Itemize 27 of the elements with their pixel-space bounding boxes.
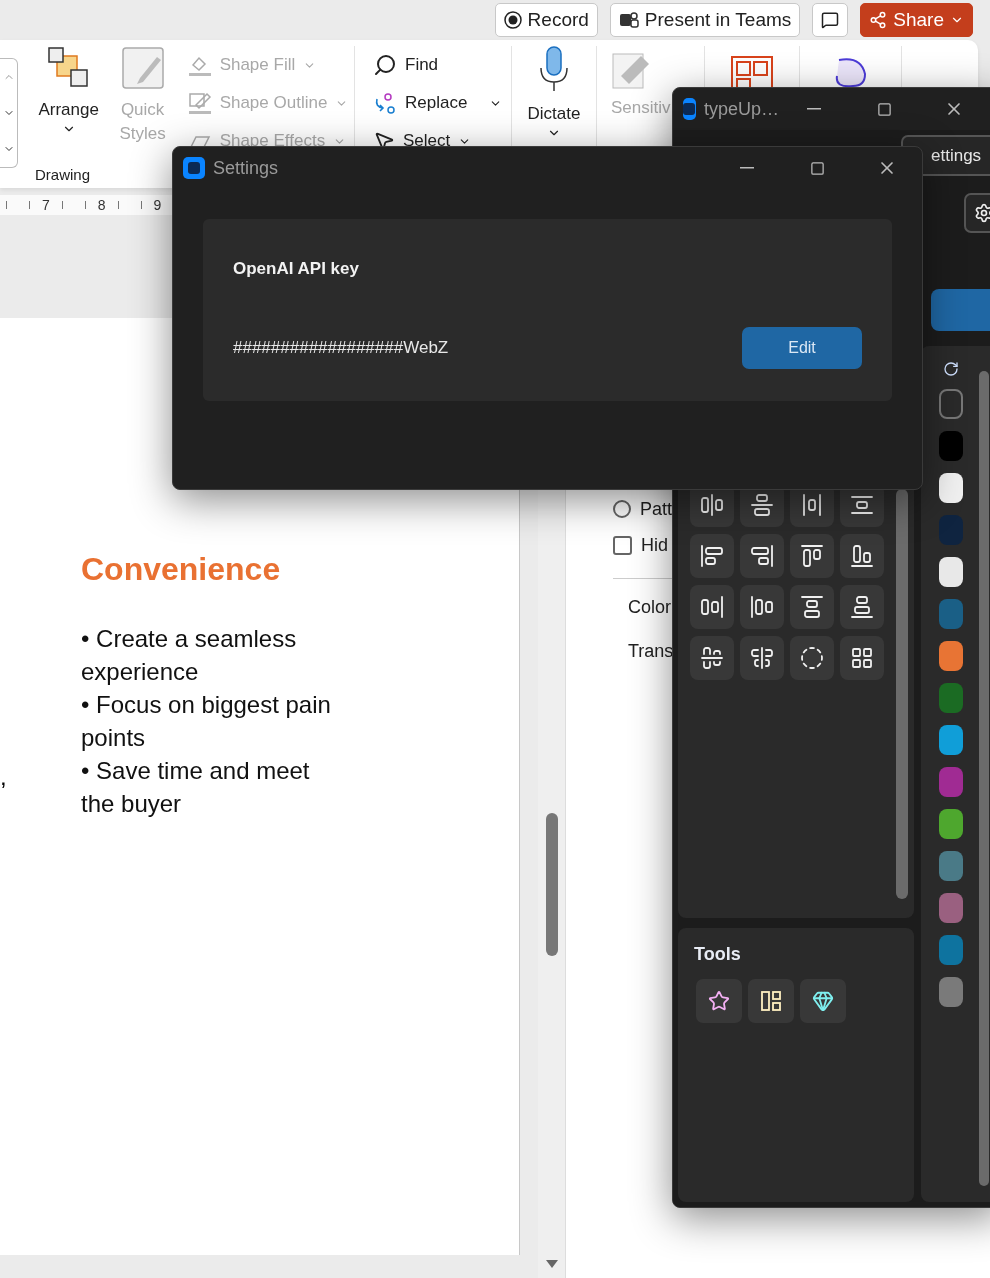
option-label: Patt <box>640 498 673 520</box>
api-key-value: ##################WebZ <box>233 338 449 358</box>
group-label: Drawing <box>35 166 91 183</box>
slide-title: Convenience <box>81 551 282 588</box>
bullet-text: • Save time and meet the buyer <box>81 756 311 819</box>
bullet-text: • Create a seamless experience <box>81 624 298 687</box>
ruler-number: 9 <box>153 197 162 213</box>
editing-command-button[interactable]: Find <box>373 46 439 84</box>
field-label: Trans <box>628 641 674 663</box>
panel-title: Tools <box>693 943 742 965</box>
field-label: Color <box>628 597 671 619</box>
field-label: OpenAI API key <box>233 259 360 279</box>
editing-command-button[interactable]: Replace <box>373 84 503 122</box>
ruler-number: 8 <box>97 197 106 213</box>
window-title: Settings <box>213 157 280 179</box>
edit-button[interactable]: Edit <box>742 327 862 369</box>
ruler-number: 7 <box>42 197 50 213</box>
record-button[interactable]: Record <box>494 3 598 37</box>
bullet-text: • Focus on biggest pain points <box>81 690 332 753</box>
slide-text: , <box>0 763 7 791</box>
option-label: Hid <box>641 534 668 556</box>
window-title: typeUp… <box>703 98 779 120</box>
share-button[interactable]: Share <box>860 3 973 37</box>
editing-command-button[interactable]: Select <box>373 122 472 160</box>
present-in-teams-button[interactable]: Present in Teams <box>609 3 801 37</box>
dictate-button[interactable]: Dictate <box>519 46 589 140</box>
arrange-button[interactable]: Arrange <box>33 46 104 166</box>
